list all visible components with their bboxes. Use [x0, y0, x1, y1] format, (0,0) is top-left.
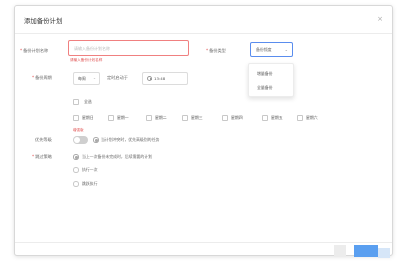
required-mark: *	[20, 48, 23, 53]
close-icon[interactable]: ×	[377, 15, 383, 23]
day-checkbox-wed[interactable]	[182, 115, 188, 121]
plan-name-input[interactable]	[68, 40, 189, 56]
backup-type-label-text: 备份类型	[209, 48, 226, 53]
footer-cancel-button[interactable]	[334, 245, 346, 257]
dialog-title: 添加备份计划	[24, 17, 63, 25]
chevron-down-icon: ⌄	[92, 76, 96, 80]
day-checkbox-tue[interactable]	[146, 115, 152, 121]
skip-strategy-label: *跳过策略	[32, 154, 52, 160]
dropdown-option-full[interactable]: 全量备份	[257, 85, 273, 91]
period-value: 每周	[78, 76, 86, 81]
dialog-header: 添加备份计划 ×	[15, 6, 392, 34]
backup-cycle-label-text: 备份周期	[35, 75, 52, 80]
start-time-label: 定时启动于	[107, 75, 128, 80]
toggle-knob	[73, 136, 80, 143]
backup-type-select[interactable]: 备份频度 ⌄	[250, 42, 293, 57]
chevron-down-icon: ⌄	[284, 47, 288, 52]
day-label-sun: 星期日	[82, 115, 94, 120]
skip-option-jump-label: 跳跃执行	[82, 181, 98, 186]
priority-toggle[interactable]	[73, 136, 88, 144]
period-select[interactable]: 每周 ⌄	[73, 72, 100, 85]
skip-note-radio	[73, 154, 79, 160]
footer-button-edge	[378, 248, 390, 258]
day-label-tue: 星期二	[155, 115, 167, 120]
day-label-mon: 星期一	[117, 115, 129, 120]
priority-tag: 增强版	[73, 128, 84, 132]
required-mark: *	[206, 48, 209, 53]
day-checkbox-fri[interactable]	[262, 115, 268, 121]
day-checkbox-sat[interactable]	[297, 115, 303, 121]
plan-name-error: 请输入备份计划名称	[70, 58, 103, 62]
backup-type-dropdown: 增量备份 全量备份	[248, 63, 294, 97]
skip-option-once-radio[interactable]	[73, 167, 79, 173]
day-label-sat: 星期六	[306, 115, 318, 120]
skip-note: 当上一次备份未完成时，后续需要的计划	[82, 154, 153, 159]
plan-name-label: *备份计划名称	[20, 48, 48, 54]
start-time-picker[interactable]: 13:48	[142, 72, 188, 85]
priority-indicator	[93, 137, 99, 143]
select-all-label: 全选	[84, 99, 92, 104]
day-checkbox-sun[interactable]	[73, 115, 79, 121]
skip-strategy-label-text: 跳过策略	[35, 154, 52, 159]
required-mark: *	[32, 154, 35, 159]
day-label-wed: 星期三	[191, 115, 203, 120]
skip-option-jump-radio[interactable]	[73, 181, 79, 187]
day-checkbox-thu[interactable]	[222, 115, 228, 121]
skip-option-once-label: 执行一次	[82, 167, 98, 172]
backup-cycle-label: *备份周期	[32, 75, 52, 81]
day-label-fri: 星期五	[271, 115, 283, 120]
clock-icon	[147, 76, 152, 82]
dialog-footer-divider	[15, 242, 392, 243]
start-time-value: 13:48	[154, 76, 166, 81]
day-checkbox-mon[interactable]	[108, 115, 114, 121]
dropdown-option-incremental[interactable]: 增量备份	[257, 71, 273, 77]
footer-confirm-button[interactable]	[354, 245, 378, 257]
backup-type-value: 备份频度	[256, 47, 272, 52]
day-label-thu: 星期四	[231, 115, 243, 120]
required-mark: *	[32, 75, 35, 80]
plan-name-label-text: 备份计划名称	[23, 48, 49, 53]
select-all-checkbox[interactable]	[73, 99, 79, 105]
priority-label: 优先等级	[35, 137, 52, 142]
backup-type-label: *备份类型	[206, 48, 226, 54]
priority-note: 当计划冲突时，优先高级别的任务	[101, 137, 160, 142]
